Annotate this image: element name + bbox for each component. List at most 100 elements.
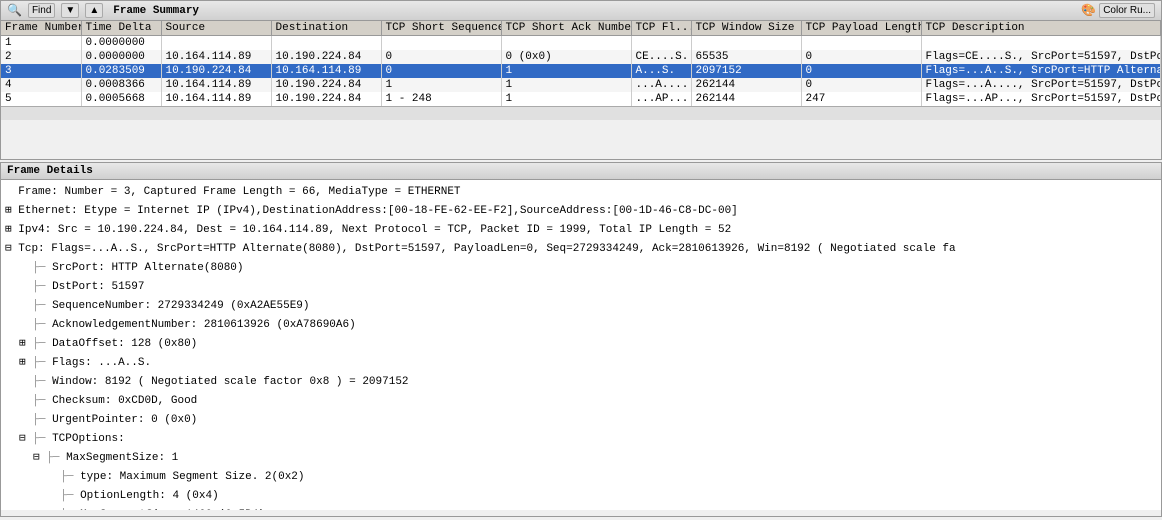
detail-line[interactable]: ⊞ Ipv4: Src = 10.190.224.84, Dest = 10.1… — [1, 220, 1161, 239]
detail-line[interactable]: ├─ OptionLength: 4 (0x4) — [1, 486, 1161, 505]
table-row[interactable]: 10.0000000 — [1, 36, 1161, 51]
table-row[interactable]: 20.000000010.164.114.8910.190.224.8400 (… — [1, 50, 1161, 64]
expand-icon[interactable]: ⊞ — [5, 203, 18, 216]
next-button[interactable]: ▲ — [85, 3, 103, 18]
table-cell: 3 — [1, 64, 81, 78]
tree-connector: ├─ — [60, 490, 80, 502]
detail-line[interactable]: ⊟ Tcp: Flags=...A..S., SrcPort=HTTP Alte… — [1, 239, 1161, 258]
frame-details-panel: Frame Details Frame: Number = 3, Capture… — [0, 162, 1162, 517]
detail-line[interactable]: ├─ DstPort: 51597 — [1, 277, 1161, 296]
detail-text: TCPOptions: — [52, 433, 125, 445]
expand-icon — [47, 507, 60, 510]
table-cell: CE....S. — [631, 50, 691, 64]
expand-icon[interactable]: ⊟ — [19, 431, 32, 444]
color-rules-button[interactable]: Color Ru... — [1099, 3, 1155, 18]
table-cell: 247 — [801, 92, 921, 106]
tree-connector: ├─ — [60, 509, 80, 510]
detail-line[interactable]: ├─ UrgentPointer: 0 (0x0) — [1, 410, 1161, 429]
detail-line[interactable]: ├─ AcknowledgementNumber: 2810613926 (0x… — [1, 315, 1161, 334]
table-cell: ...AP... — [631, 92, 691, 106]
table-cell — [381, 36, 501, 51]
expand-icon[interactable]: ⊟ — [5, 241, 18, 254]
col-header-san: TCP Short Ack Number — [501, 21, 631, 36]
detail-line[interactable]: Frame: Number = 3, Captured Frame Length… — [1, 182, 1161, 201]
table-cell: 4 — [1, 78, 81, 92]
horizontal-scrollbar[interactable] — [1, 106, 1161, 120]
detail-line[interactable]: ⊟ ├─ MaxSegmentSize: 1 — [1, 448, 1161, 467]
detail-line[interactable]: ├─ Checksum: 0xCD0D, Good — [1, 391, 1161, 410]
detail-text: Ipv4: Src = 10.190.224.84, Dest = 10.164… — [18, 224, 731, 236]
prev-button[interactable]: ▼ — [61, 3, 79, 18]
table-cell: 0 — [801, 64, 921, 78]
find-button[interactable]: Find — [28, 3, 55, 18]
expand-icon[interactable]: ⊞ — [19, 336, 32, 349]
detail-line[interactable]: ├─ Window: 8192 ( Negotiated scale facto… — [1, 372, 1161, 391]
table-cell: 0.0000000 — [81, 50, 161, 64]
detail-text: SequenceNumber: 2729334249 (0xA2AE55E9) — [52, 300, 309, 312]
table-cell: 10.190.224.84 — [271, 50, 381, 64]
col-header-time-delta: Time Delta — [81, 21, 161, 36]
table-cell: 65535 — [691, 50, 801, 64]
expand-icon — [19, 279, 32, 292]
detail-text: DataOffset: 128 (0x80) — [52, 338, 197, 350]
table-cell: 0.0005668 — [81, 92, 161, 106]
table-cell: 10.164.114.89 — [161, 50, 271, 64]
detail-line[interactable]: ├─ SequenceNumber: 2729334249 (0xA2AE55E… — [1, 296, 1161, 315]
expand-icon — [19, 374, 32, 387]
col-header-pl: TCP Payload Length — [801, 21, 921, 36]
col-header-destination: Destination — [271, 21, 381, 36]
detail-text: DstPort: 51597 — [52, 281, 144, 293]
tree-connector: ├─ — [32, 319, 52, 331]
table-cell: Flags=...A...., SrcPort=51597, DstPort=H… — [921, 78, 1161, 92]
detail-line[interactable]: ⊟ ├─ TCPOptions: — [1, 429, 1161, 448]
table-cell: 0.0008366 — [81, 78, 161, 92]
frame-summary-scroll[interactable]: Frame Number Time Delta Source Destinati… — [1, 21, 1161, 120]
table-cell: 5 — [1, 92, 81, 106]
find-icon: 🔍 — [7, 3, 22, 18]
table-cell: 10.164.114.89 — [161, 78, 271, 92]
table-cell: 0 — [381, 64, 501, 78]
table-cell: 2 — [1, 50, 81, 64]
table-cell — [501, 36, 631, 51]
detail-text: Checksum: 0xCD0D, Good — [52, 395, 197, 407]
table-row[interactable]: 30.028350910.190.224.8410.164.114.8901A.… — [1, 64, 1161, 78]
detail-line[interactable]: ├─ SrcPort: HTTP Alternate(8080) — [1, 258, 1161, 277]
expand-icon — [19, 317, 32, 330]
expand-icon — [47, 469, 60, 482]
tree-connector: ├─ — [32, 300, 52, 312]
tree-connector: ├─ — [32, 376, 52, 388]
expand-icon — [5, 184, 18, 197]
expand-icon[interactable]: ⊞ — [19, 355, 32, 368]
frame-details-title: Frame Details — [7, 165, 93, 177]
table-cell: 0 — [801, 50, 921, 64]
frame-summary-header: 🔍 Find ▼ ▲ Frame Summary 🎨 Color Ru... — [1, 1, 1161, 21]
frame-summary-title: Frame Summary — [113, 5, 199, 17]
expand-icon[interactable]: ⊟ — [33, 450, 46, 463]
frame-details-header: Frame Details — [1, 163, 1161, 180]
table-row[interactable]: 40.000836610.164.114.8910.190.224.8411..… — [1, 78, 1161, 92]
detail-line[interactable]: ⊞ Ethernet: Etype = Internet IP (IPv4),D… — [1, 201, 1161, 220]
detail-text: Flags: ...A..S. — [52, 357, 151, 369]
table-cell: 10.164.114.89 — [161, 92, 271, 106]
table-row[interactable]: 50.000566810.164.114.8910.190.224.841 - … — [1, 92, 1161, 106]
col-header-ws: TCP Window Size — [691, 21, 801, 36]
detail-line[interactable]: ├─ type: Maximum Segment Size. 2(0x2) — [1, 467, 1161, 486]
col-header-desc: TCP Description — [921, 21, 1161, 36]
detail-line[interactable]: ├─ MaxSegmentSize: 1460 (0x5B4) — [1, 505, 1161, 510]
detail-line[interactable]: ⊞ ├─ DataOffset: 128 (0x80) — [1, 334, 1161, 353]
frame-table-body: 10.000000020.000000010.164.114.8910.190.… — [1, 36, 1161, 107]
table-cell: 10.190.224.84 — [161, 64, 271, 78]
frame-table: Frame Number Time Delta Source Destinati… — [1, 21, 1161, 106]
detail-text: Window: 8192 ( Negotiated scale factor 0… — [52, 376, 408, 388]
tree-connector: ├─ — [32, 262, 52, 274]
frame-details-body[interactable]: Frame: Number = 3, Captured Frame Length… — [1, 180, 1161, 510]
table-cell: 0 — [381, 50, 501, 64]
expand-icon — [47, 488, 60, 501]
table-cell: Flags=...AP..., SrcPort=51597, DstPort=H… — [921, 92, 1161, 106]
expand-icon — [19, 393, 32, 406]
col-header-frame-number: Frame Number — [1, 21, 81, 36]
tree-connector: ├─ — [32, 281, 52, 293]
expand-icon[interactable]: ⊞ — [5, 222, 18, 235]
detail-line[interactable]: ⊞ ├─ Flags: ...A..S. — [1, 353, 1161, 372]
table-cell — [921, 36, 1161, 51]
